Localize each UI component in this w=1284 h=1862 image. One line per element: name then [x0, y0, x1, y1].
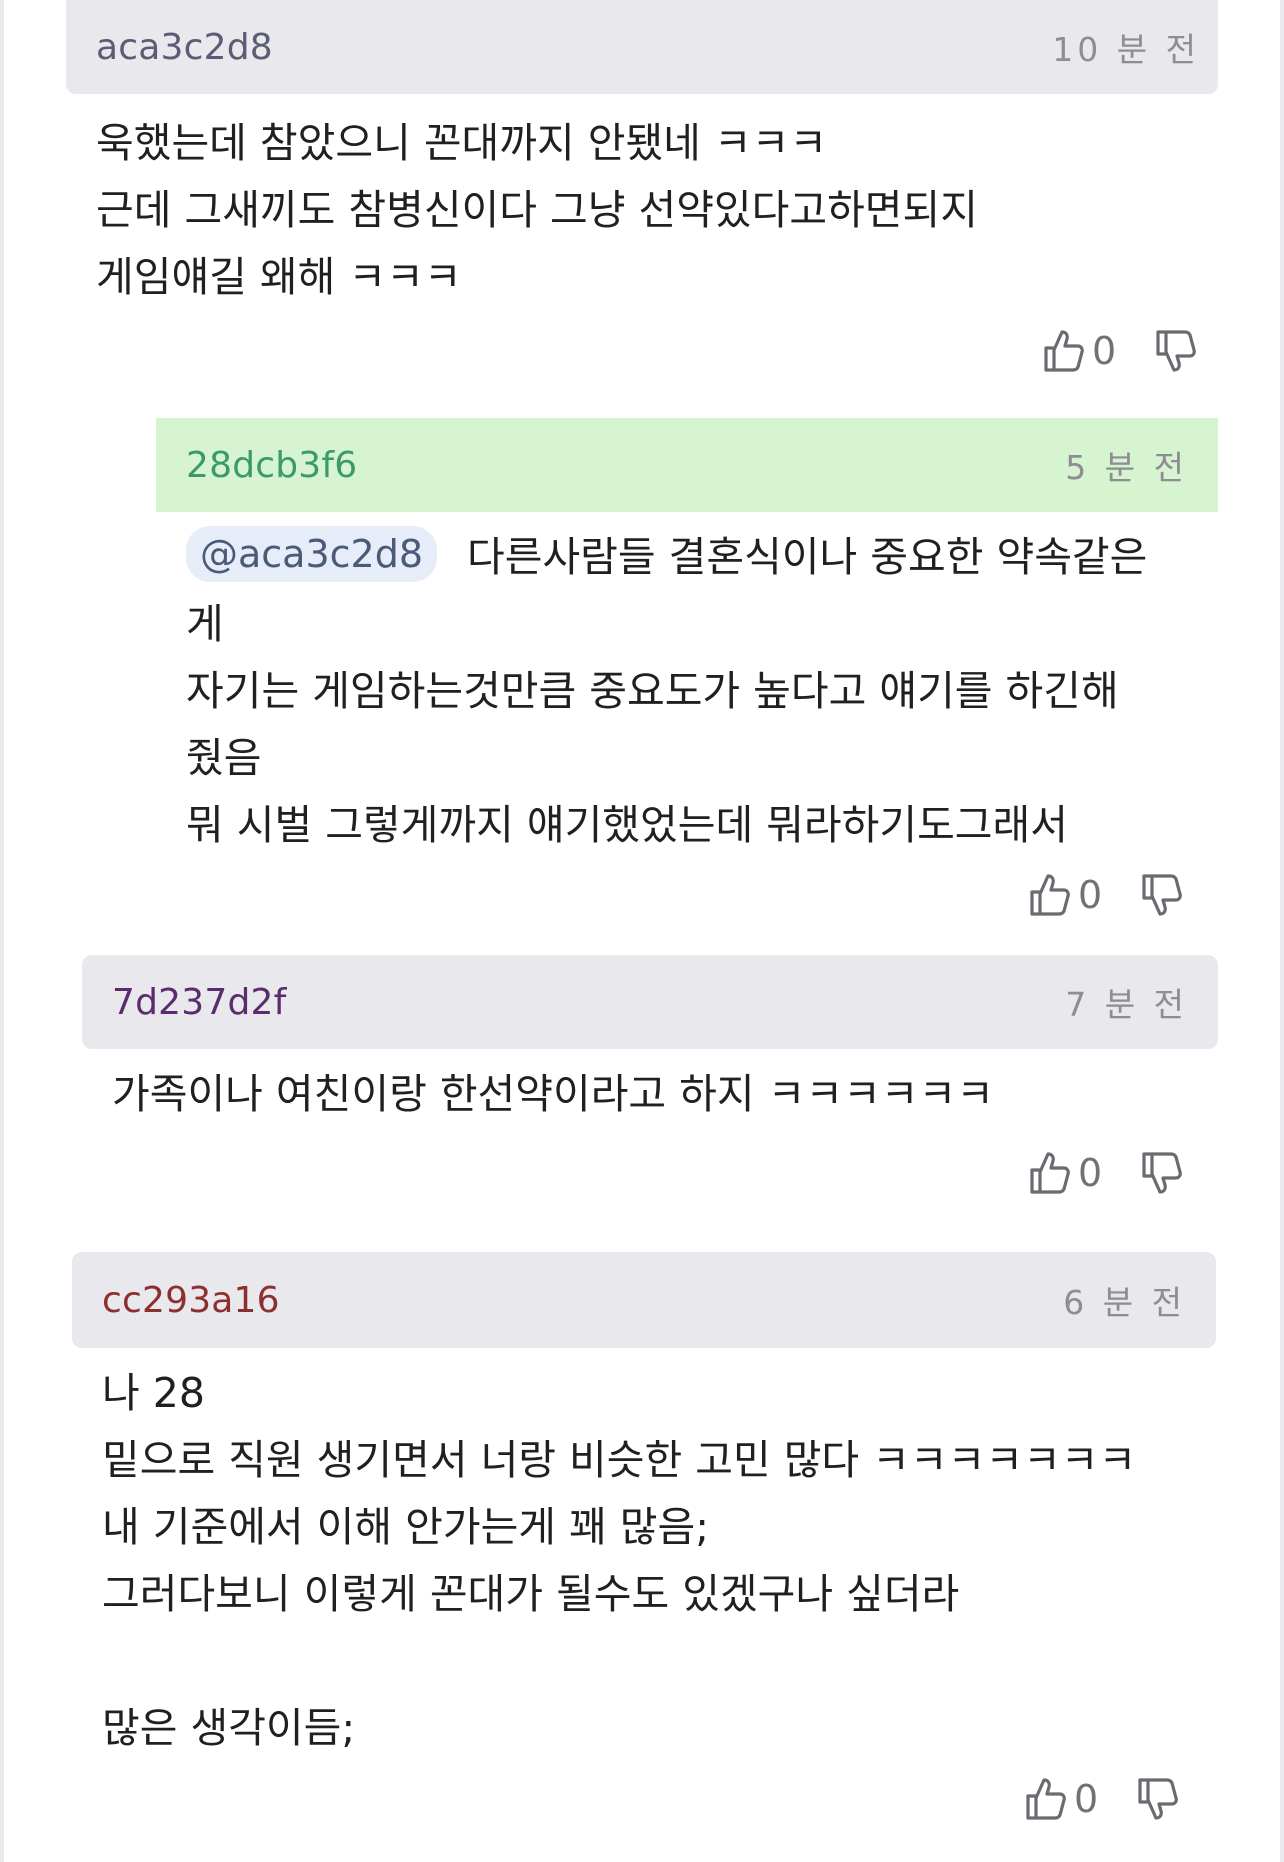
vote-controls: 0: [1024, 1776, 1179, 1822]
comment-line-text: 다른사람들 결혼식이나 중요한 약속같은: [467, 533, 1148, 581]
comment-author[interactable]: cc293a16: [102, 1280, 280, 1321]
thumbs-down-icon[interactable]: [1140, 1150, 1183, 1196]
comment-line: 자기는 게임하는것만큼 중요도가 높다고 얘기를 하긴해: [186, 667, 1119, 715]
like-count: 0: [1092, 329, 1117, 373]
comment-line: 그러다보니 이렇게 꼰대가 될수도 있겠구나 싶더라: [102, 1570, 960, 1618]
comment-line: @aca3c2d8 다른사람들 결혼식이나 중요한 약속같은: [186, 524, 1147, 591]
comment-line: 게임얘길 왜해 ㅋㅋㅋ: [96, 253, 462, 301]
comment-timestamp: 7 분 전: [1065, 985, 1188, 1024]
comment-line: 줬음: [186, 734, 262, 782]
comment-body: 욱했는데 참았으니 꼰대까지 안됐네 ㅋㅋㅋ 근데 그새끼도 참병신이다 그냥 …: [96, 110, 978, 311]
comment-header: 7d237d2f 7 분 전: [82, 955, 1218, 1049]
comment-timestamp: 10 분 전: [1052, 30, 1200, 69]
comment-body: 가족이나 여친이랑 한선약이라고 하지 ㅋㅋㅋㅋㅋㅋ: [112, 1061, 994, 1128]
comment-line: 가족이나 여친이랑 한선약이라고 하지 ㅋㅋㅋㅋㅋㅋ: [112, 1070, 994, 1118]
comment-line: 많은 생각이듬;: [102, 1704, 356, 1752]
comment-line: 근데 그새끼도 참병신이다 그냥 선약있다고하면되지: [96, 186, 978, 234]
thumbs-up-icon[interactable]: [1042, 328, 1084, 374]
thumbs-down-icon[interactable]: [1154, 328, 1197, 374]
like-count: 0: [1074, 1777, 1099, 1821]
vote-controls: 0: [1042, 328, 1197, 374]
comment-line: 게: [186, 600, 224, 648]
comment-line: 욱했는데 참았으니 꼰대까지 안됐네 ㅋㅋㅋ: [96, 119, 828, 167]
thumbs-down-icon[interactable]: [1140, 872, 1183, 918]
comment-line: [102, 1628, 1136, 1695]
comment-timestamp: 5 분 전: [1065, 448, 1188, 487]
comment-author[interactable]: 7d237d2f: [112, 982, 287, 1023]
comment-author[interactable]: aca3c2d8: [96, 27, 273, 68]
like-count: 0: [1078, 873, 1103, 917]
thumbs-up-icon[interactable]: [1024, 1776, 1066, 1822]
like-count: 0: [1078, 1151, 1103, 1195]
left-border: [0, 0, 4, 1862]
comment-line: 밑으로 직원 생기면서 너랑 비슷한 고민 많다 ㅋㅋㅋㅋㅋㅋㅋ: [102, 1436, 1137, 1484]
right-border: [1280, 0, 1284, 1862]
vote-controls: 0: [1028, 1150, 1183, 1196]
comment-author[interactable]: 28dcb3f6: [186, 445, 357, 486]
mention-tag[interactable]: @aca3c2d8: [186, 526, 438, 582]
comment-line: 내 기준에서 이해 안가는게 꽤 많음;: [102, 1503, 710, 1551]
comment-header: aca3c2d8 10 분 전: [66, 0, 1218, 94]
thumbs-up-icon[interactable]: [1028, 872, 1070, 918]
thumbs-down-icon[interactable]: [1136, 1776, 1179, 1822]
comment-body: @aca3c2d8 다른사람들 결혼식이나 중요한 약속같은 게 자기는 게임하는…: [186, 524, 1147, 859]
comment-header: 28dcb3f6 5 분 전: [156, 418, 1218, 512]
comment-body: 나 28 밑으로 직원 생기면서 너랑 비슷한 고민 많다 ㅋㅋㅋㅋㅋㅋㅋ 내 …: [102, 1360, 1136, 1762]
comment-line: 나 28: [102, 1369, 205, 1417]
vote-controls: 0: [1028, 872, 1183, 918]
thumbs-up-icon[interactable]: [1028, 1150, 1070, 1196]
comment-line: 뭐 시벌 그렇게까지 얘기했었는데 뭐라하기도그래서: [186, 801, 1068, 849]
comment-timestamp: 6 분 전: [1063, 1283, 1186, 1322]
comment-header: cc293a16 6 분 전: [72, 1252, 1216, 1348]
